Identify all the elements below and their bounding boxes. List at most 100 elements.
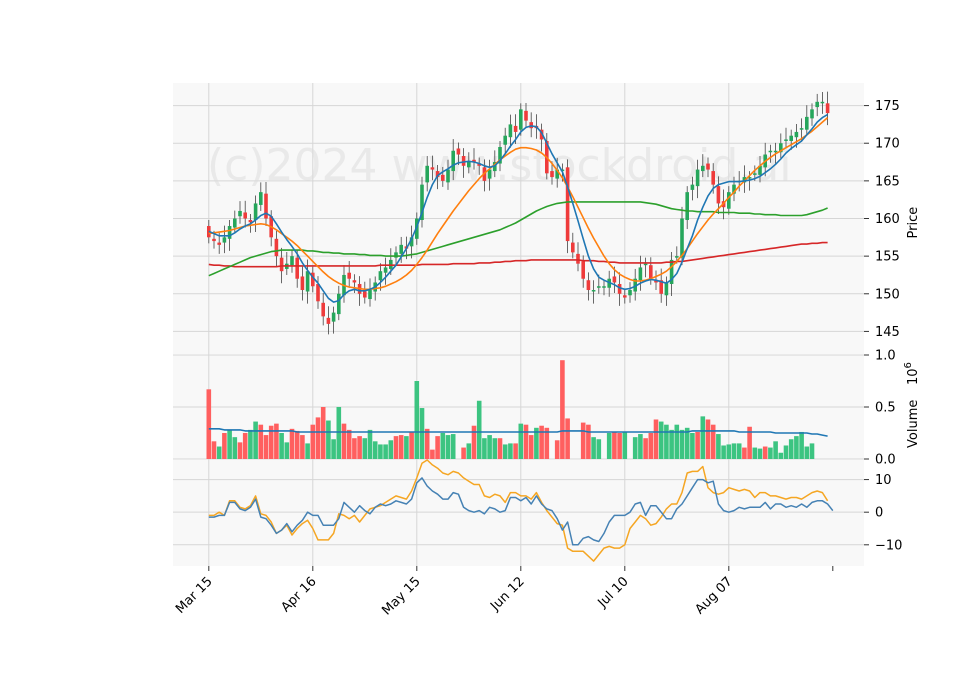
candle-body [628,290,632,296]
candle-body [383,267,388,273]
volume-bar [518,423,524,459]
volume-bar [476,400,482,459]
volume-bar [232,437,238,459]
candle-body [519,109,523,130]
volume-bar [632,437,638,459]
volume-bar [539,425,544,459]
volume-bar [508,443,513,459]
candle-body [399,244,403,254]
candle-body [753,173,757,175]
candle-body [680,218,684,258]
candle-body [227,226,232,239]
volume-bar [331,439,336,459]
volume-ytick-label: 0.5 [875,401,896,416]
candle-body [581,261,585,279]
candle-body [331,312,336,322]
candle-body [430,167,435,170]
volume-bar [336,407,342,459]
volume-bar [227,429,232,459]
volume-bar [762,446,768,459]
candle-body [467,162,471,168]
candle-body [368,290,372,300]
volume-bar [586,424,591,459]
volume-bar [705,419,711,459]
volume-bar [409,431,414,459]
candle-body [238,210,242,217]
volume-bar [404,436,409,459]
xtick-label: Aug 07 [692,574,735,617]
price-ytick-label: 165 [875,174,900,189]
volume-bar [430,449,435,459]
volume-bar [742,447,747,459]
volume-scale-exponent: 6 [903,362,914,368]
candle-body [773,150,778,153]
volume-bar [378,444,383,459]
oscillator-ytick-label: 0 [875,506,883,521]
volume-bar [513,443,518,459]
volume-bar [560,360,565,459]
volume-bar [799,431,804,459]
candle-body [623,295,627,298]
candle-body [664,282,669,296]
volume-bar [383,444,388,459]
candle-body [675,256,679,258]
volume-bar [653,419,659,459]
candle-body [363,291,367,298]
volume-bar [638,434,643,459]
volume-bar [487,435,492,459]
candle-body [441,174,445,181]
price-ytick-label: 175 [875,99,900,114]
volume-bar [263,435,269,459]
volume-bar [274,423,279,459]
candle-body [820,101,825,104]
candle-body [711,171,715,185]
candle-body [446,169,450,183]
volume-bar [794,436,799,459]
volume-bar [612,431,617,459]
volume-bar [731,443,737,459]
candle-body [305,271,310,292]
volume-bar [424,428,430,459]
candle-body [825,103,830,114]
volume-scale-base: 10 [906,368,921,385]
volume-bar [440,433,446,459]
candle-body [300,276,305,291]
candle-body [727,192,731,209]
volume-bar [804,446,810,459]
volume-bar [253,421,258,459]
volume-ytick-label: 1.0 [875,349,896,364]
volume-bar [466,443,472,459]
volume-bar [736,443,742,459]
candle-body [805,116,809,130]
oscillator-ytick-label: 10 [875,473,892,488]
volume-bar [294,430,300,459]
volume-bar [768,447,773,459]
price-ytick-label: 150 [875,287,900,302]
candle-body [649,265,653,279]
candle-body [279,257,284,272]
candle-body [701,165,705,172]
volume-bar [580,422,586,459]
volume-bar [393,436,399,459]
candle-body [233,218,237,228]
volume-bar [352,438,357,459]
candle-body [597,286,601,288]
candle-body [524,110,528,121]
volume-bar [617,433,622,459]
volume-bar [757,448,763,459]
volume-bar [258,424,264,459]
candle-body [243,212,247,219]
candle-body [274,238,279,257]
volume-bar [710,424,716,459]
stock-chart: (c)2024 www.stockdroid.ai 145 150 155 160 16… [0,0,960,690]
candle-body [222,237,227,243]
candle-body [810,109,814,119]
candle-body [503,135,507,145]
volume-bar [242,433,248,459]
volume-bar [419,408,425,459]
volume-bar [461,447,466,459]
candle-body [461,156,466,166]
candle-body [550,171,554,178]
volume-bar [435,436,440,459]
volume-bar [445,435,451,459]
